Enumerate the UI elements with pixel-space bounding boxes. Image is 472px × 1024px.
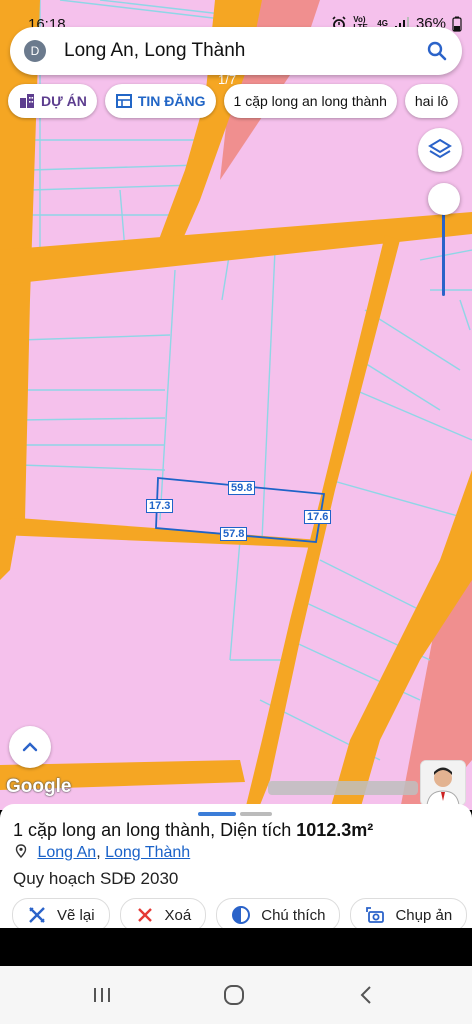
location-link-district[interactable]: Long Thành	[105, 844, 190, 861]
search-query[interactable]: Long An, Long Thành	[64, 40, 245, 62]
delete-button[interactable]: Xoá	[119, 898, 207, 932]
building-icon	[20, 94, 34, 108]
camera-icon	[366, 907, 385, 923]
chip-saved-search[interactable]: 1 cặp long an long thành	[223, 84, 397, 118]
capture-label: Chụp ản	[395, 906, 453, 924]
location-link-province[interactable]: Long An	[37, 844, 96, 861]
home-icon[interactable]	[222, 983, 246, 1007]
chevron-up-icon	[22, 742, 38, 752]
lot-info-sheet[interactable]: 1 cặp long an long thành, Diện tích 1012…	[0, 804, 472, 932]
lot-area: 1012.3m²	[296, 820, 374, 840]
sheet-handle[interactable]	[198, 812, 236, 816]
agent-avatar[interactable]	[420, 760, 466, 806]
chip-saved-search-2[interactable]: hai lô	[404, 84, 459, 118]
lot-title-text: 1 cặp long an long thành, Diện tích	[13, 820, 297, 840]
google-attribution: Google	[6, 776, 72, 797]
capture-button[interactable]: Chụp ản	[350, 898, 468, 932]
legend-label: Chú thích	[261, 906, 326, 924]
measure-left: 17.3	[146, 499, 174, 513]
action-buttons: Vẽ lại Xoá Chú thích Chụp ản	[12, 898, 468, 932]
system-nav-bar	[0, 966, 472, 1024]
back-icon[interactable]	[355, 983, 379, 1007]
redraw-label: Vẽ lại	[57, 906, 95, 924]
status-bar: 16:18 Vo) LTE 4G 36%	[0, 0, 472, 33]
lot-location: Long An, Long Thành	[15, 844, 190, 862]
delete-label: Xoá	[164, 906, 192, 924]
close-icon	[137, 908, 152, 922]
location-separator: ,	[96, 844, 106, 861]
battery-icon	[452, 16, 462, 32]
map-canvas	[0, 0, 472, 810]
bottom-black-bar	[0, 928, 472, 966]
measure-bottom: 57.8	[220, 527, 248, 541]
search-icon[interactable]	[426, 40, 448, 62]
sheet-handle-secondary	[240, 812, 272, 816]
layers-icon	[428, 138, 452, 159]
blurred-info-bar	[268, 781, 418, 795]
measure-top: 59.8	[228, 481, 256, 495]
chip-projects[interactable]: DỰ ÁN	[8, 84, 97, 118]
chip-saved-search-2-label: hai lô	[414, 93, 449, 109]
recent-apps-icon[interactable]	[90, 983, 114, 1007]
measure-right: 17.6	[304, 510, 332, 524]
expand-up-button[interactable]	[9, 726, 51, 768]
layers-button[interactable]	[418, 128, 462, 172]
map-view[interactable]: 59.8 17.3 17.6 57.8 1/7 Google	[0, 0, 472, 810]
location-pin-icon	[15, 844, 27, 858]
contrast-icon	[232, 906, 251, 924]
zoning-plan: Quy hoạch SDĐ 2030	[13, 869, 179, 888]
chip-listings-label: TIN ĐĂNG	[137, 93, 206, 109]
legend-button[interactable]: Chú thích	[216, 898, 341, 932]
opacity-slider-knob[interactable]	[428, 183, 460, 215]
ruler-icon	[29, 907, 45, 923]
chip-saved-search-label: 1 cặp long an long thành	[233, 93, 387, 109]
person-icon	[421, 761, 465, 805]
chip-listings[interactable]: TIN ĐĂNG	[104, 84, 216, 118]
search-bar[interactable]: D Long An, Long Thành	[10, 27, 462, 75]
listing-icon	[115, 94, 132, 108]
chip-projects-label: DỰ ÁN	[41, 93, 87, 109]
lot-title: 1 cặp long an long thành, Diện tích 1012…	[13, 820, 373, 841]
user-avatar[interactable]: D	[24, 40, 46, 62]
filter-chips: DỰ ÁN TIN ĐĂNG 1 cặp long an long thành …	[8, 84, 459, 120]
redraw-button[interactable]: Vẽ lại	[12, 898, 110, 932]
